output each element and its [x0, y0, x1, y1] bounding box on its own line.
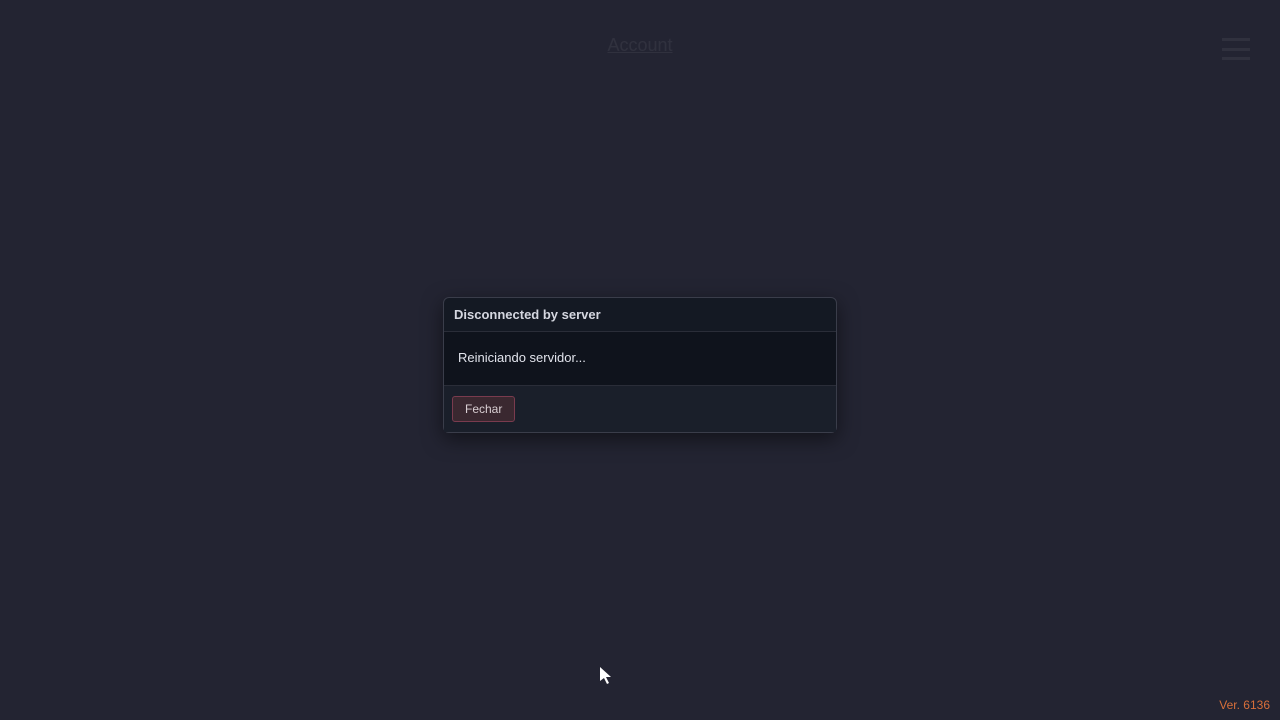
version-label: Ver. 6136 [1219, 698, 1270, 712]
close-button[interactable]: Fechar [452, 396, 515, 422]
dialog-title: Disconnected by server [444, 298, 836, 332]
hamburger-menu-icon [1222, 38, 1250, 60]
dialog-message: Reiniciando servidor... [444, 332, 836, 385]
disconnected-dialog: Disconnected by server Reiniciando servi… [443, 297, 837, 433]
dialog-footer: Fechar [444, 385, 836, 432]
cursor-icon [600, 667, 614, 685]
page-title: Account [607, 35, 672, 56]
